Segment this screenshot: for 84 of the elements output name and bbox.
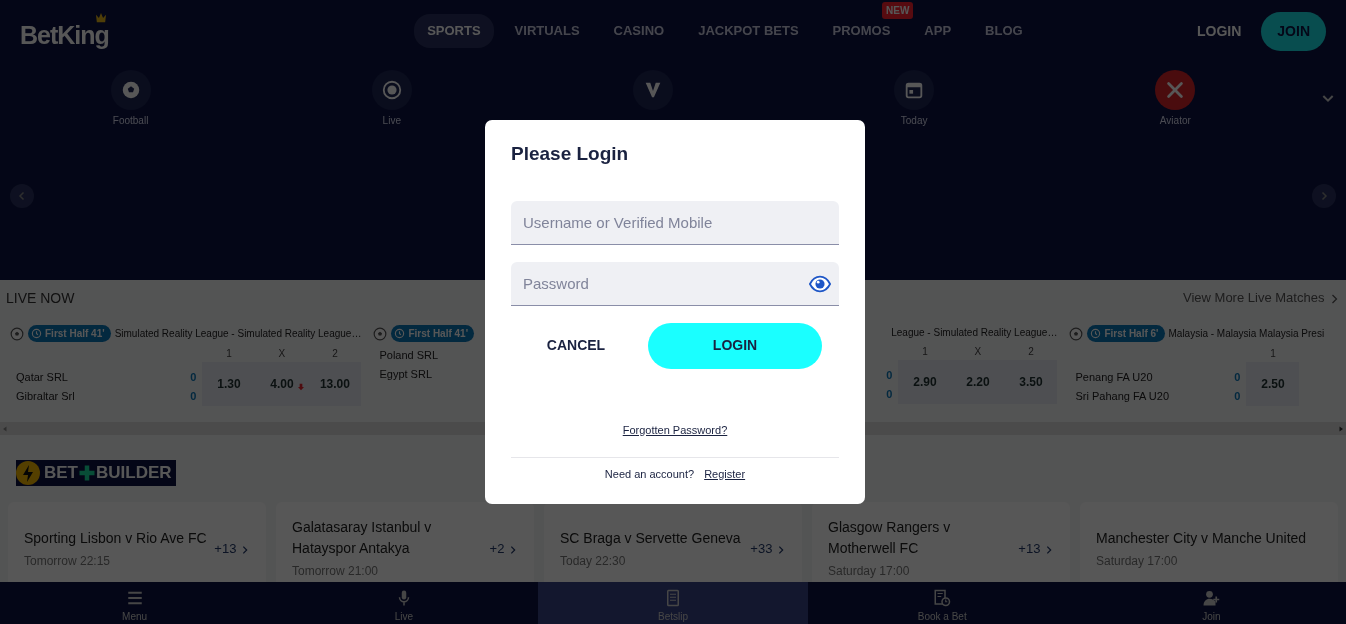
- match-title: SC Braga v Servette Geneva: [560, 528, 741, 548]
- v-logo-button[interactable]: [632, 70, 673, 110]
- odds-button[interactable]: 1.30: [202, 362, 256, 406]
- score: 0: [886, 387, 894, 403]
- score: 0: [886, 368, 894, 384]
- odds-header: 1: [922, 345, 928, 359]
- live-button[interactable]: [371, 70, 412, 110]
- odds-header: 2: [332, 347, 338, 361]
- soccer-ball-button[interactable]: [110, 70, 151, 110]
- bet-builder-logo: BET BUILDER: [16, 460, 176, 486]
- clock-icon: [31, 328, 42, 339]
- score: 0: [190, 370, 198, 386]
- plus-icon: [78, 463, 96, 482]
- odds-button[interactable]: 13.00: [308, 362, 362, 406]
- lightning-icon: [16, 460, 40, 485]
- odds-button[interactable]: 2.50: [1246, 362, 1300, 406]
- password-field[interactable]: Password: [511, 261, 839, 306]
- odds-header: 1: [1270, 347, 1276, 361]
- cancel-button[interactable]: CANCEL: [511, 334, 641, 357]
- nav-tab[interactable]: APP: [911, 14, 965, 48]
- register-link[interactable]: Register: [704, 465, 746, 482]
- team-name: Sri Pahang FA U20: [1075, 389, 1169, 405]
- match-title: Sporting Lisbon v Rio Ave FC: [24, 528, 207, 548]
- more-markets-count: +13: [1018, 539, 1054, 559]
- quick-link-label[interactable]: Aviator: [1159, 113, 1191, 128]
- team-name: Egypt SRL: [379, 367, 433, 383]
- league-name: Simulated Reality League - Simulated Reality League…: [114, 327, 362, 341]
- quick-link-label[interactable]: Live: [382, 113, 401, 128]
- live-icon: [380, 79, 403, 101]
- nav-tab[interactable]: CASINO: [600, 14, 678, 48]
- odds-header: 2: [1028, 345, 1034, 359]
- clock-icon: [394, 328, 406, 339]
- scroll-left-icon: [2, 424, 8, 433]
- quick-link-label[interactable]: Today: [900, 113, 928, 128]
- section-title: LIVE NOW: [6, 289, 75, 308]
- dialog-title: Please Login: [511, 142, 630, 166]
- score: 0: [190, 389, 198, 405]
- nav-tab[interactable]: VIRTUALS: [501, 14, 593, 48]
- logo[interactable]: BetKing: [20, 12, 109, 50]
- more-markets-count: +2: [489, 539, 518, 559]
- nav-tab[interactable]: SPORTS: [414, 14, 494, 48]
- account-prompt: Need an account?: [604, 466, 695, 482]
- soccer-ball-icon: [1069, 326, 1084, 341]
- odds-button[interactable]: 2.90: [898, 360, 952, 404]
- soccer-ball-icon: [10, 326, 24, 341]
- team-name: Qatar SRL: [16, 370, 68, 386]
- more-markets-count: +33: [750, 539, 786, 559]
- join-button[interactable]: JOIN: [1261, 11, 1326, 51]
- odds-button[interactable]: 4.00: [255, 362, 309, 406]
- odds-button[interactable]: 2.20: [951, 360, 1005, 404]
- down-arrow-icon: [297, 382, 306, 392]
- scroll-right-icon: [1338, 424, 1344, 433]
- login-link[interactable]: LOGIN: [1190, 19, 1248, 43]
- soccer-ball-icon: [373, 326, 388, 341]
- new-badge: NEW: [882, 2, 914, 20]
- forgot-password-link[interactable]: Forgotten Password?: [622, 423, 728, 436]
- score: 0: [1234, 370, 1242, 386]
- chevron-right-icon: [508, 544, 518, 555]
- team-name: Poland SRL: [379, 348, 439, 364]
- chevron-right-icon: [1044, 544, 1054, 555]
- match-status: First Half 41': [408, 327, 469, 341]
- odds-button[interactable]: 3.50: [1004, 360, 1058, 404]
- match-title: Galatasaray Istanbul v Hatayspor Antakya: [292, 518, 433, 559]
- odds-header: 1: [226, 347, 232, 361]
- match-status: First Half 6': [1104, 327, 1159, 341]
- clock-icon: [1090, 328, 1102, 339]
- league-name: League - Simulated Reality League…: [891, 326, 1058, 340]
- team-name: Penang FA U20: [1075, 370, 1153, 386]
- calendar-button[interactable]: [894, 70, 935, 110]
- bottom-nav-item[interactable]: Menu: [0, 582, 270, 624]
- match-title: Manchester City v Manche United: [1096, 528, 1307, 548]
- match-status: First Half 41': [45, 327, 105, 341]
- score: 0: [1234, 389, 1242, 405]
- match-title: Glasgow Rangers v Motherwell FC: [828, 518, 952, 559]
- nav-tab[interactable]: JACKPOT BETS: [685, 14, 812, 48]
- nav-tab[interactable]: BLOG: [972, 14, 1036, 48]
- login-button[interactable]: LOGIN: [648, 322, 822, 369]
- username-field[interactable]: Username or Verified Mobile: [511, 200, 839, 245]
- more-markets-count: +13: [214, 539, 250, 559]
- chevron-right-icon: [240, 544, 250, 555]
- league-name: Malaysia - Malaysia Malaysia Presi: [1168, 327, 1325, 341]
- team-name: Gibraltar Srl: [16, 389, 75, 405]
- quick-link-label[interactable]: Football: [112, 113, 149, 128]
- chevron-right-icon: [776, 544, 786, 555]
